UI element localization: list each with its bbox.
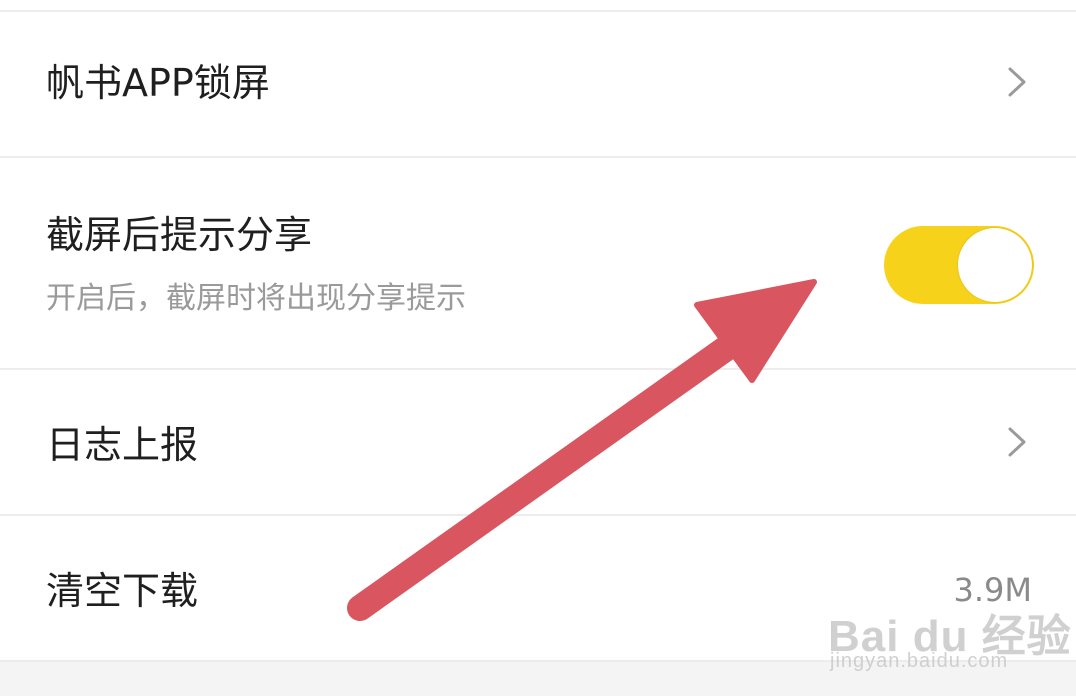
chevron-right-icon <box>1008 427 1026 457</box>
chevron-right-icon <box>1008 67 1026 97</box>
setting-row-label: 帆书APP锁屏 <box>46 61 270 105</box>
settings-screen: 帆书APP锁屏 截屏后提示分享 开启后，截屏时将出现分享提示 日志上报 清空下载… <box>0 0 1076 696</box>
setting-row-label: 日志上报 <box>46 423 199 467</box>
setting-row-log-report[interactable]: 日志上报 <box>0 370 1076 514</box>
setting-row-description: 开启后，截屏时将出现分享提示 <box>46 281 466 316</box>
baidu-watermark: Bai du 经验 jingyan.baidu.com <box>828 600 1072 672</box>
setting-row-lock-screen[interactable]: 帆书APP锁屏 <box>0 12 1076 156</box>
watermark-url: jingyan.baidu.com <box>830 650 1009 672</box>
screenshot-share-toggle[interactable] <box>884 226 1034 304</box>
setting-row-label: 截屏后提示分享 <box>46 213 313 257</box>
toggle-knob <box>958 228 1032 302</box>
setting-row-label: 清空下载 <box>46 569 199 613</box>
